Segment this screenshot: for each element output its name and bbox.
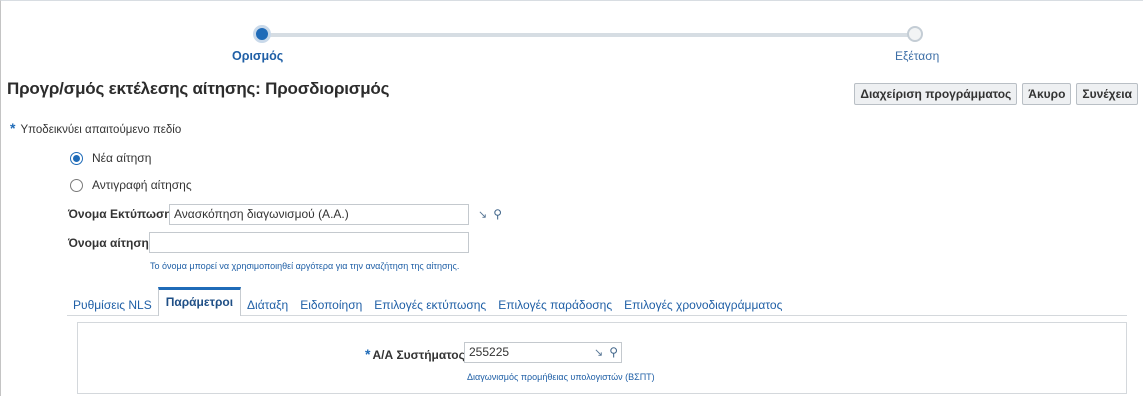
tab-print-options[interactable]: Επιλογές εκτύπωσης — [368, 295, 492, 315]
step-define-label: Ορισμός — [232, 49, 284, 63]
print-name-label: Όνομα Εκτύπωσης — [68, 207, 178, 221]
tab-notification[interactable]: Ειδοποίηση — [294, 295, 368, 315]
step-upcoming-marker — [907, 26, 923, 42]
sub-tabs: Ρυθμίσεις NLS Παράμετροι Διάταξη Ειδοποί… — [67, 287, 788, 316]
print-name-lov: ↘ ⚲ — [478, 207, 502, 221]
new-request-option[interactable]: Νέα αίτηση — [70, 151, 151, 165]
lov-icon[interactable]: ↘ — [594, 346, 603, 359]
train-track — [262, 33, 916, 37]
continue-button[interactable]: Συνέχεια — [1076, 83, 1138, 105]
required-field-note: * Υποδεικνύει απαιτούμενο πεδίο — [10, 120, 181, 136]
tab-parameters[interactable]: Παράμετροι — [157, 287, 242, 316]
lov-icon[interactable]: ↘ — [478, 208, 487, 221]
request-name-label: Όνομα αίτησης — [68, 236, 156, 250]
system-id-label: * Α/Α Συστήματος — [365, 346, 465, 362]
page-title: Προγρ/σμός εκτέλεσης αίτησης: Προσδιορισ… — [7, 79, 390, 98]
tab-nls-settings[interactable]: Ρυθμίσεις NLS — [67, 295, 158, 315]
required-star: * — [10, 120, 16, 136]
new-request-radio[interactable] — [70, 151, 83, 165]
manage-schedule-button[interactable]: Διαχείριση προγράμματος — [854, 83, 1018, 105]
tab-layout[interactable]: Διάταξη — [241, 295, 294, 315]
step-current-marker — [253, 25, 271, 43]
tab-schedule-options[interactable]: Επιλογές χρονοδιαγράμματος — [618, 295, 788, 315]
copy-request-radio[interactable] — [70, 178, 83, 192]
new-request-label: Νέα αίτηση — [92, 151, 152, 165]
system-id-label-text: Α/Α Συστήματος — [372, 348, 465, 362]
step-review-link[interactable]: Εξέταση — [895, 49, 939, 63]
required-note-text: Υποδεικνύει απαιτούμενο πεδίο — [20, 124, 182, 136]
system-id-description: Διαγωνισμός προμήθειας υπολογιστών (ΒΣΠΤ… — [467, 372, 655, 382]
search-icon[interactable]: ⚲ — [493, 207, 502, 221]
search-icon[interactable]: ⚲ — [609, 345, 618, 359]
page-button-bar: Διαχείριση προγράμματος Άκυρο Συνέχεια — [854, 83, 1138, 105]
system-id-lov: ↘ ⚲ — [594, 345, 618, 359]
required-star: * — [365, 346, 371, 362]
request-name-input[interactable] — [149, 232, 469, 253]
copy-request-label: Αντιγραφή αίτησης — [92, 178, 192, 192]
tab-delivery-options[interactable]: Επιλογές παράδοσης — [492, 295, 618, 315]
print-name-input[interactable]: Ανασκόπηση διαγωνισμού (Α.Α.) — [169, 204, 469, 225]
copy-request-option[interactable]: Αντιγραφή αίτησης — [70, 178, 192, 192]
request-name-hint: Το όνομα μπορεί να χρησιμοποιηθεί αργότε… — [150, 261, 460, 271]
cancel-button[interactable]: Άκυρο — [1022, 83, 1072, 105]
